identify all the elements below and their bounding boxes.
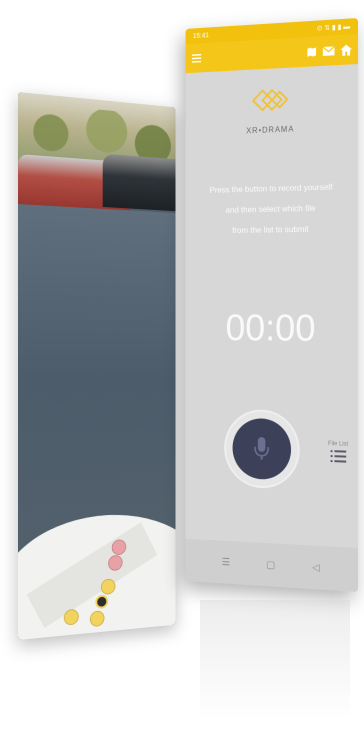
system-nav-bar: ☰ ▢ ◁ — [185, 538, 358, 592]
record-timer: 00:00 — [225, 307, 316, 350]
mail-icon[interactable] — [322, 44, 335, 57]
recent-apps-icon[interactable]: ☰ — [222, 557, 230, 568]
map-marker-current[interactable] — [95, 594, 109, 610]
menu-icon[interactable] — [191, 52, 202, 64]
map-marker-pink[interactable] — [97, 630, 112, 640]
map-marker-yellow[interactable] — [89, 610, 105, 628]
instructions: Press the button to record yourself and … — [197, 176, 347, 241]
recording-screen: 15:41 ⊙ ⇅ ▮ ▮ ▬ XR•DRAMA Press the butto… — [185, 18, 358, 592]
back-icon[interactable]: ◁ — [312, 562, 319, 573]
instruction-line: and then select which file — [225, 202, 316, 215]
main-content: XR•DRAMA Press the button to record your… — [186, 64, 358, 548]
camera-map-screen: OK — [18, 92, 176, 640]
file-list-button[interactable]: File List — [328, 441, 348, 463]
instruction-line: from the list to submit — [232, 223, 309, 235]
list-icon — [330, 450, 346, 463]
status-time: 15:41 — [192, 31, 209, 40]
microphone-icon — [253, 437, 270, 460]
record-button[interactable] — [226, 410, 298, 488]
instruction-line: Press the button to record yourself — [209, 181, 333, 195]
brand-name: XR•DRAMA — [246, 124, 295, 136]
phone-reflection — [200, 600, 350, 720]
home-icon[interactable] — [340, 43, 353, 56]
camera-dark-car — [102, 153, 176, 212]
home-nav-icon[interactable]: ▢ — [266, 559, 275, 570]
xr-drama-logo-icon — [186, 78, 358, 125]
status-icons: ⊙ ⇅ ▮ ▮ ▬ — [316, 23, 351, 33]
map-marker-yellow[interactable] — [63, 608, 79, 626]
record-button-inner[interactable] — [232, 417, 292, 481]
map-marker-yellow[interactable] — [100, 578, 116, 596]
map-icon[interactable] — [305, 45, 317, 58]
file-list-label: File List — [327, 441, 349, 448]
